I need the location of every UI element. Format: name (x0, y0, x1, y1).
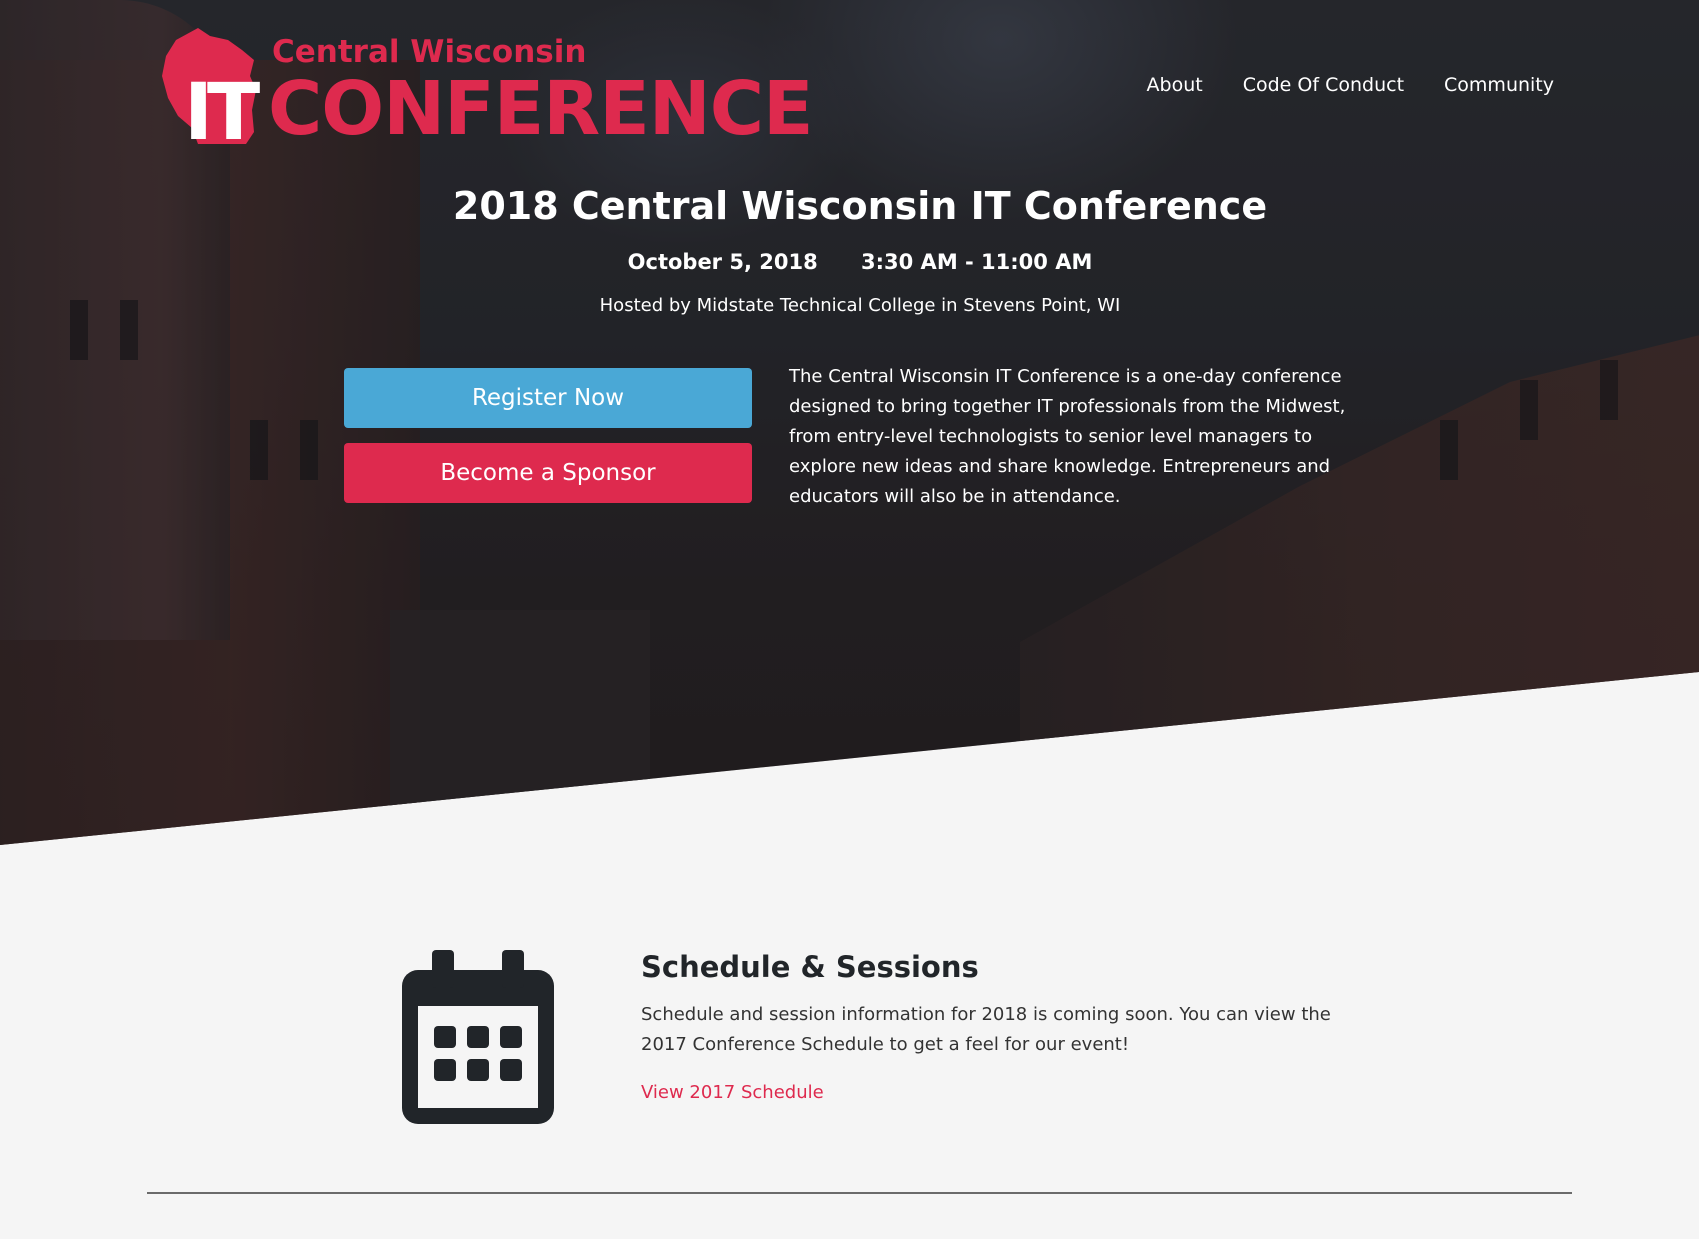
nav-about[interactable]: About (1147, 74, 1203, 96)
site-logo[interactable]: Central Wisconsin IT CONFERENCE (158, 20, 814, 158)
event-time: 3:30 AM - 11:00 AM (861, 250, 1093, 274)
register-now-button[interactable]: Register Now (344, 368, 752, 428)
event-host: Hosted by Midstate Technical College in … (599, 295, 1121, 316)
nav-community[interactable]: Community (1444, 74, 1554, 96)
event-date: October 5, 2018 (627, 250, 818, 274)
conference-intro: The Central Wisconsin IT Conference is a… (789, 366, 1346, 507)
logo-it-text: IT (184, 68, 260, 158)
schedule-title: Schedule & Sessions (641, 950, 979, 984)
schedule-text: Schedule and session information for 201… (641, 1004, 1331, 1055)
main-nav: About Code Of Conduct Community (1147, 74, 1554, 96)
calendar-icon (402, 950, 554, 1124)
logo-top-text: Central Wisconsin (272, 34, 587, 70)
event-datetime: October 5, 2018 3:30 AM - 11:00 AM (0, 250, 1699, 274)
section-divider (147, 1192, 1572, 1194)
nav-code-of-conduct[interactable]: Code Of Conduct (1243, 74, 1404, 96)
hero-section: Central Wisconsin IT CONFERENCE About Co… (0, 0, 1699, 845)
page-title: 2018 Central Wisconsin IT Conference (452, 184, 1268, 228)
become-sponsor-button[interactable]: Become a Sponsor (344, 443, 752, 503)
view-2017-schedule-link[interactable]: View 2017 Schedule (641, 1082, 824, 1103)
logo-conference-text: CONFERENCE (268, 66, 814, 152)
